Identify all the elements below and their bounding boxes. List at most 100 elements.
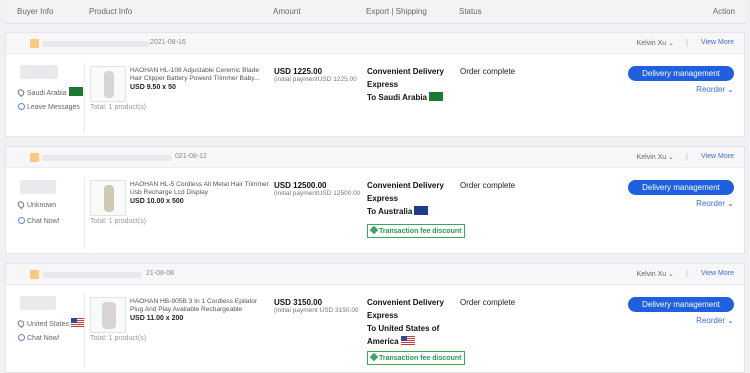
order-tag — [30, 39, 39, 48]
view-more-link[interactable]: View More — [701, 39, 734, 46]
reorder-link[interactable]: Reorder ⌄ — [696, 316, 734, 325]
buyer-location: Saudi Arabia — [16, 87, 83, 98]
shipping-method-line2: Express — [367, 194, 399, 203]
separator: | — [685, 269, 688, 278]
chat-icon — [18, 334, 25, 341]
location-text: Saudi Arabia — [27, 90, 67, 97]
chat-now-button[interactable]: Chat Now! — [18, 334, 60, 342]
order-status: Order complete — [460, 298, 516, 307]
us-flag-icon — [71, 318, 86, 327]
chat-label: Chat Now! — [27, 335, 60, 342]
product-thumbnail[interactable] — [90, 66, 126, 102]
product-thumbnail[interactable] — [90, 180, 126, 216]
order-id-redacted — [42, 155, 172, 161]
order-amount: USD 1225.00 — [274, 67, 323, 76]
location-text: Unknown — [27, 202, 57, 209]
header-export-shipping: Export | Shipping — [366, 7, 427, 16]
delivery-management-button[interactable]: Delivery management — [628, 297, 734, 312]
us-flag-icon — [400, 336, 415, 345]
tag-icon — [369, 225, 379, 235]
divider — [84, 63, 85, 133]
order-amount: USD 3150.00 — [274, 298, 323, 307]
order-date: 2021-08-16 — [150, 39, 186, 46]
reorder-link[interactable]: Reorder ⌄ — [696, 199, 734, 208]
delivery-management-button[interactable]: Delivery management — [628, 180, 734, 195]
saudi-flag-icon — [68, 87, 83, 96]
avatar — [20, 65, 58, 79]
user-name: Kelvin Xu — [636, 154, 669, 161]
chevron-down-icon: ⌄ — [668, 271, 674, 278]
ship-destination: To Saudi Arabia — [367, 91, 462, 104]
order-tag — [30, 270, 39, 279]
reorder-link[interactable]: Reorder ⌄ — [696, 85, 734, 94]
user-dropdown[interactable]: Kelvin Xu ⌄ — [637, 39, 674, 47]
saudi-flag-icon — [429, 92, 444, 101]
product-price: USD 11.00 x 200 — [130, 315, 184, 322]
message-label: Leave Messages — [27, 104, 80, 111]
header-amount: Amount — [273, 7, 301, 16]
shipping-method-line2: Express — [367, 311, 399, 320]
chevron-down-icon: ⌄ — [727, 199, 734, 208]
badge-label: Transaction fee discount — [379, 228, 462, 235]
location-text: United States — [27, 321, 70, 328]
header-buyer-info: Buyer Info — [17, 7, 54, 16]
order-total-count: Total: 1 product(s) — [90, 335, 147, 342]
divider — [84, 294, 85, 368]
product-name[interactable]: HAOHAN HL-5 Cordless All Metal Hair Trim… — [130, 181, 270, 197]
buyer-location: United States — [16, 318, 86, 329]
location-pin-icon — [16, 199, 26, 210]
user-dropdown[interactable]: Kelvin Xu ⌄ — [637, 270, 674, 278]
chat-now-button[interactable]: Chat Now! — [18, 217, 60, 225]
order-id-redacted — [42, 272, 142, 278]
chevron-down-icon: ⌄ — [668, 154, 674, 161]
order-header: 2021-08-16 Kelvin Xu ⌄ | View More — [6, 33, 744, 54]
header-action: Action — [712, 7, 735, 16]
product-name[interactable]: HAOHAN HB-905B 3 In 1 Cordless Epilator … — [130, 298, 270, 314]
delivery-management-button[interactable]: Delivery management — [628, 66, 734, 81]
order-card: 2021-08-16 Kelvin Xu ⌄ | View More Saudi… — [5, 32, 745, 137]
order-header: 21-08-08 Kelvin Xu ⌄ | View More — [6, 264, 744, 285]
divider — [84, 177, 85, 249]
badge-label: Transaction fee discount — [379, 355, 462, 362]
header-status: Status — [459, 7, 482, 16]
order-card: 021-08-12 Kelvin Xu ⌄ | View More Unknow… — [5, 146, 745, 254]
shipping-info: Convenient Delivery Express To Australia — [367, 179, 462, 218]
table-header: Buyer Info Product Info Amount Export | … — [5, 0, 745, 24]
reorder-label: Reorder — [696, 316, 728, 325]
product-thumbnail[interactable] — [90, 297, 126, 333]
initial-payment: (initial payment USD 3150.00 — [274, 307, 359, 314]
user-name: Kelvin Xu — [636, 40, 669, 47]
tag-icon — [369, 352, 379, 362]
chat-label: Chat Now! — [27, 218, 60, 225]
header-product-info: Product Info — [89, 7, 133, 16]
ship-destination: America — [367, 335, 462, 348]
order-total-count: Total: 1 product(s) — [90, 218, 147, 225]
reorder-label: Reorder — [696, 85, 728, 94]
user-name: Kelvin Xu — [636, 271, 669, 278]
destination-text: To Australia — [367, 207, 413, 216]
product-price: USD 9.50 x 50 — [130, 84, 176, 91]
order-tag — [30, 153, 39, 162]
order-total-count: Total: 1 product(s) — [90, 104, 147, 111]
reorder-label: Reorder — [696, 199, 728, 208]
separator: | — [685, 152, 688, 161]
separator: | — [685, 38, 688, 47]
order-card: 21-08-08 Kelvin Xu ⌄ | View More United … — [5, 263, 745, 373]
product-name[interactable]: HAOHAN HL-108 Adjustable Ceremic Blade H… — [130, 67, 270, 83]
user-dropdown[interactable]: Kelvin Xu ⌄ — [637, 153, 674, 161]
location-pin-icon — [16, 318, 26, 329]
message-icon — [18, 103, 25, 110]
shipping-info: Convenient Delivery Express To Saudi Ara… — [367, 65, 462, 104]
view-more-link[interactable]: View More — [701, 153, 734, 160]
view-more-link[interactable]: View More — [701, 270, 734, 277]
order-header: 021-08-12 Kelvin Xu ⌄ | View More — [6, 147, 744, 168]
shipping-method-line2: Express — [367, 80, 399, 89]
buyer-location: Unknown — [16, 199, 57, 210]
initial-payment: (initial paymentUSD 1225.00 — [274, 76, 357, 83]
product-price: USD 10.00 x 500 — [130, 198, 184, 205]
shipping-method: Convenient Delivery — [367, 298, 444, 307]
leave-messages-button[interactable]: Leave Messages — [18, 103, 80, 111]
ship-destination: To Australia — [367, 205, 462, 218]
shipping-info: Convenient Delivery Express To United St… — [367, 296, 462, 348]
chevron-down-icon: ⌄ — [668, 40, 674, 47]
